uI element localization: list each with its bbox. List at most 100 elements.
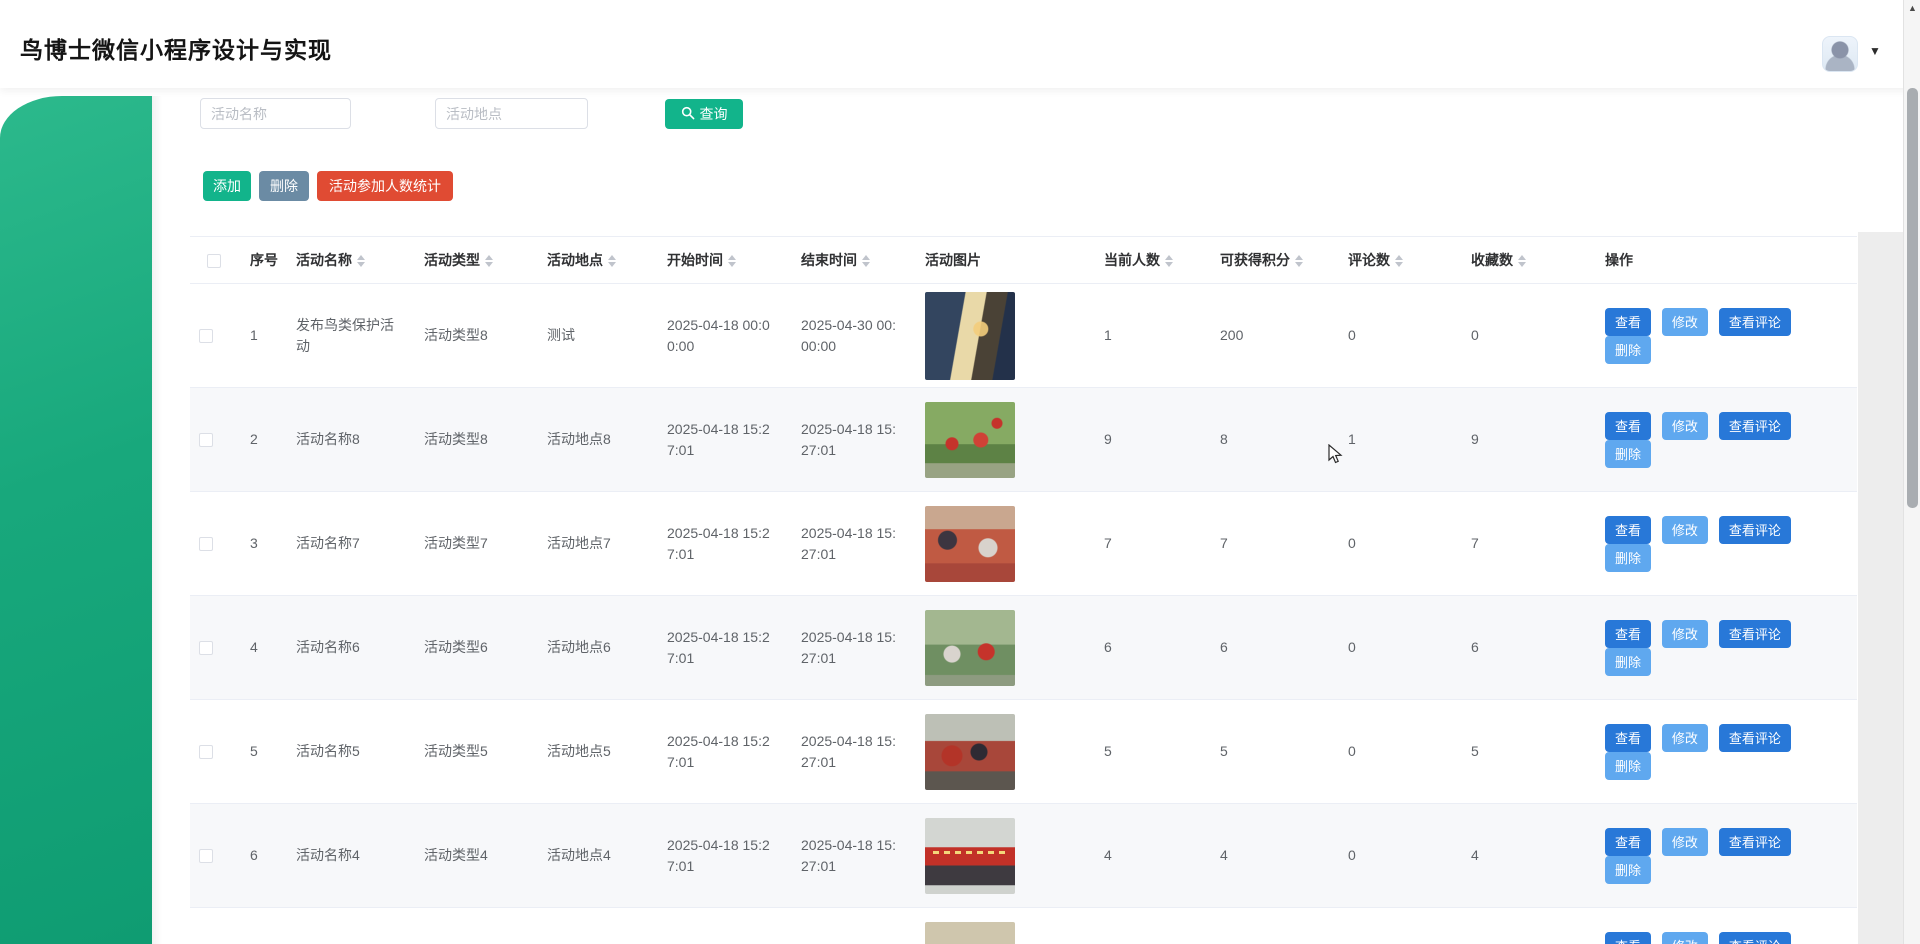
sort-icon[interactable] [862,255,870,267]
end-time-cell: 2025-04-30 00:00:00 [789,284,913,388]
points-cell: 8 [1208,388,1336,492]
column-header-activity-type[interactable]: 活动类型 [412,237,535,284]
sort-icon[interactable] [728,255,736,267]
activity-location-cell: 活动地点4 [535,804,655,908]
points-cell: 6 [1208,596,1336,700]
column-header-activity-location[interactable]: 活动地点 [535,237,655,284]
column-header-points[interactable]: 可获得积分 [1208,237,1336,284]
row-checkbox[interactable] [199,329,213,343]
activity-photo [925,714,1015,790]
row-checkbox[interactable] [199,433,213,447]
search-activity-name-input[interactable] [200,98,351,129]
column-header-current-count[interactable]: 当前人数 [1092,237,1208,284]
view-comments-button[interactable]: 查看评论 [1719,516,1791,544]
row-delete-button[interactable]: 删除 [1605,336,1651,364]
favorites-count-cell: 9 [1459,388,1593,492]
end-time-cell: 2025-04-18 15:27:01 [789,596,913,700]
comments-count-cell: 0 [1336,804,1459,908]
sort-icon[interactable] [1395,255,1403,267]
scrollbar-thumb[interactable] [1907,88,1918,508]
activity-name-cell: 活动名称8 [284,388,412,492]
add-button[interactable]: 添加 [203,171,251,201]
view-button[interactable]: 查看 [1605,724,1651,752]
column-header-start-time[interactable]: 开始时间 [655,237,789,284]
edit-button[interactable]: 修改 [1662,308,1708,336]
sort-icon[interactable] [608,255,616,267]
view-comments-button[interactable]: 查看评论 [1719,828,1791,856]
column-header-comments[interactable]: 评论数 [1336,237,1459,284]
column-header-index: 序号 [238,237,284,284]
activity-name-cell: 活动名称6 [284,596,412,700]
select-all-checkbox[interactable] [207,254,221,268]
comments-count-cell: 0 [1336,284,1459,388]
view-button[interactable]: 查看 [1605,620,1651,648]
edit-button[interactable]: 修改 [1662,828,1708,856]
row-delete-button[interactable]: 删除 [1605,440,1651,468]
row-index: 3 [238,492,284,596]
view-comments-button[interactable]: 查看评论 [1719,620,1791,648]
row-delete-button[interactable]: 删除 [1605,544,1651,572]
user-avatar[interactable] [1822,36,1858,72]
delete-button[interactable]: 删除 [259,171,309,201]
row-checkbox[interactable] [199,745,213,759]
sort-icon[interactable] [485,255,493,267]
row-delete-button[interactable]: 删除 [1605,752,1651,780]
column-header-activity-image: 活动图片 [913,237,1092,284]
row-delete-button[interactable]: 删除 [1605,648,1651,676]
view-comments-button[interactable]: 查看评论 [1719,308,1791,336]
query-button[interactable]: 查询 [665,99,743,129]
start-time-cell: 2025-04-18 15:27:01 [655,596,789,700]
view-button[interactable]: 查看 [1605,932,1651,944]
row-index: 6 [238,804,284,908]
top-header-bar: 鸟博士微信小程序设计与实现 ▼ [0,0,1920,88]
edit-button[interactable]: 修改 [1662,516,1708,544]
edit-button[interactable]: 修改 [1662,412,1708,440]
sort-icon[interactable] [1295,255,1303,267]
activity-location-cell: 活动地点7 [535,492,655,596]
comments-count-cell [1336,908,1459,944]
current-count-cell: 9 [1092,388,1208,492]
view-comments-button[interactable]: 查看评论 [1719,412,1791,440]
favorites-count-cell: 0 [1459,284,1593,388]
comments-count-cell: 0 [1336,700,1459,804]
vertical-scrollbar[interactable]: ▲ [1903,0,1920,944]
view-button[interactable]: 查看 [1605,308,1651,336]
sort-icon[interactable] [357,255,365,267]
page-gutter [1858,232,1903,944]
table-row: 4 活动名称6 活动类型6 活动地点6 2025-04-18 15:27:01 … [190,596,1857,700]
view-button[interactable]: 查看 [1605,828,1651,856]
table-row: 3 活动名称7 活动类型7 活动地点7 2025-04-18 15:27:01 … [190,492,1857,596]
table-row: 5 活动名称5 活动类型5 活动地点5 2025-04-18 15:27:01 … [190,700,1857,804]
view-comments-button[interactable]: 查看评论 [1719,932,1791,944]
chevron-down-icon[interactable]: ▼ [1869,44,1881,58]
view-comments-button[interactable]: 查看评论 [1719,724,1791,752]
participant-stats-button[interactable]: 活动参加人数统计 [317,171,453,201]
column-header-activity-name[interactable]: 活动名称 [284,237,412,284]
sort-icon[interactable] [1518,255,1526,267]
favorites-count-cell [1459,908,1593,944]
row-delete-button[interactable]: 删除 [1605,856,1651,884]
start-time-cell: 2025-04-18 15:27:01 [655,388,789,492]
content-edge-shadow [152,96,162,944]
search-activity-location-input[interactable] [435,98,588,129]
mouse-cursor [1326,444,1346,471]
view-button[interactable]: 查看 [1605,412,1651,440]
row-checkbox[interactable] [199,641,213,655]
edit-button[interactable]: 修改 [1662,724,1708,752]
activity-name-cell: 发布鸟类保护活动 [284,284,412,388]
column-header-end-time[interactable]: 结束时间 [789,237,913,284]
points-cell: 200 [1208,284,1336,388]
start-time-cell: 2025-04-18 15:27:01 [655,908,789,944]
activity-type-cell: 活动类型8 [412,388,535,492]
column-header-favorites[interactable]: 收藏数 [1459,237,1593,284]
sidebar-nav [0,96,152,944]
sort-icon[interactable] [1165,255,1173,267]
view-button[interactable]: 查看 [1605,516,1651,544]
row-checkbox[interactable] [199,849,213,863]
scrollbar-up-arrow[interactable]: ▲ [1908,3,1917,13]
edit-button[interactable]: 修改 [1662,620,1708,648]
edit-button[interactable]: 修改 [1662,932,1708,944]
row-checkbox[interactable] [199,537,213,551]
row-index: 5 [238,700,284,804]
activity-location-cell: 活动地点8 [535,388,655,492]
